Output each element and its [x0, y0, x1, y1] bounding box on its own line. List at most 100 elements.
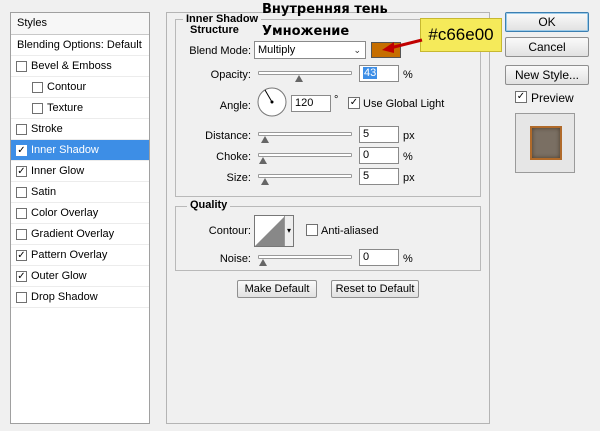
- style-item-label: Bevel & Emboss: [31, 60, 112, 72]
- style-item-label: Blending Options: Default: [17, 39, 142, 51]
- style-item-checkbox[interactable]: [16, 229, 27, 240]
- style-item-checkbox[interactable]: ✓: [16, 145, 27, 156]
- choke-label: Choke:: [216, 151, 251, 163]
- choke-slider-thumb[interactable]: [259, 157, 267, 164]
- distance-label: Distance:: [205, 130, 251, 142]
- annotation-inner-shadow-ru: Внутренняя тень: [262, 2, 388, 17]
- style-item-checkbox[interactable]: [16, 292, 27, 303]
- blend-mode-select[interactable]: Multiply ⌄: [254, 41, 366, 59]
- opacity-input[interactable]: 43: [359, 65, 399, 82]
- distance-slider[interactable]: [258, 132, 352, 143]
- style-item-label: Stroke: [31, 123, 63, 135]
- style-item-checkbox[interactable]: ✓: [16, 166, 27, 177]
- opacity-slider-thumb[interactable]: [295, 75, 304, 82]
- angle-dial[interactable]: [256, 86, 288, 118]
- style-item-label: Inner Glow: [31, 165, 85, 177]
- style-item-drop-shadow[interactable]: Drop Shadow: [11, 287, 149, 308]
- preview-swatch: [530, 126, 562, 160]
- style-item-checkbox[interactable]: ✓: [16, 250, 27, 261]
- blend-mode-label: Blend Mode:: [189, 45, 251, 57]
- style-preview: [515, 113, 575, 173]
- annotation-multiply-ru: Умножение: [262, 24, 350, 39]
- style-item-label: Contour: [47, 81, 87, 93]
- preview-checkbox[interactable]: ✓: [515, 91, 527, 103]
- style-item-bevel-emboss[interactable]: Bevel & Emboss: [11, 56, 149, 77]
- style-item-checkbox[interactable]: [32, 103, 43, 114]
- style-item-blending-options-default[interactable]: Blending Options: Default: [11, 35, 149, 56]
- size-slider-thumb[interactable]: [260, 178, 269, 185]
- blend-mode-value: Multiply: [258, 44, 296, 56]
- style-item-texture[interactable]: Texture: [11, 98, 149, 119]
- style-item-checkbox[interactable]: [32, 82, 43, 93]
- distance-value: 5: [363, 128, 370, 140]
- style-item-checkbox[interactable]: [16, 124, 27, 135]
- noise-slider[interactable]: [258, 255, 352, 266]
- distance-unit: px: [403, 130, 415, 142]
- opacity-unit: %: [403, 69, 413, 81]
- anti-aliased-checkbox[interactable]: [306, 224, 318, 236]
- noise-value: 0: [363, 251, 370, 263]
- style-item-inner-glow[interactable]: ✓ Inner Glow: [11, 161, 149, 182]
- structure-title: Structure: [187, 24, 242, 36]
- style-item-pattern-overlay[interactable]: ✓ Pattern Overlay: [11, 245, 149, 266]
- cancel-button[interactable]: Cancel: [505, 37, 589, 57]
- size-input[interactable]: 5: [359, 168, 399, 185]
- opacity-slider[interactable]: [258, 71, 352, 82]
- style-item-checkbox[interactable]: [16, 187, 27, 198]
- choke-slider[interactable]: [258, 153, 352, 164]
- noise-input[interactable]: 0: [359, 249, 399, 266]
- opacity-label: Opacity:: [210, 69, 251, 81]
- style-item-label: Color Overlay: [31, 207, 99, 219]
- use-global-light-checkbox[interactable]: ✓: [348, 97, 360, 109]
- annotation-arrow-icon: [382, 38, 423, 53]
- style-item-label: Gradient Overlay: [31, 228, 115, 240]
- style-item-label: Inner Shadow: [31, 144, 99, 156]
- contour-curve-icon: [255, 216, 285, 246]
- size-value: 5: [363, 170, 370, 182]
- styles-header[interactable]: Styles: [11, 13, 149, 35]
- style-item-label: Outer Glow: [31, 270, 87, 282]
- angle-input[interactable]: 120: [291, 95, 331, 112]
- ok-button[interactable]: OK: [505, 12, 589, 32]
- angle-label: Angle:: [219, 100, 251, 112]
- chevron-down-icon: ⌄: [353, 45, 361, 55]
- style-item-label: Pattern Overlay: [31, 249, 108, 261]
- quality-title: Quality: [187, 199, 231, 211]
- angle-value: 120: [295, 97, 314, 109]
- style-item-color-overlay[interactable]: Color Overlay: [11, 203, 149, 224]
- noise-label: Noise:: [219, 253, 251, 265]
- choke-value: 0: [363, 149, 370, 161]
- choke-input[interactable]: 0: [359, 147, 399, 164]
- style-item-checkbox[interactable]: [16, 61, 27, 72]
- style-item-inner-shadow[interactable]: ✓ Inner Shadow: [11, 140, 149, 161]
- choke-unit: %: [403, 151, 413, 163]
- size-unit: px: [403, 172, 415, 184]
- noise-unit: %: [403, 253, 413, 265]
- style-item-stroke[interactable]: Stroke: [11, 119, 149, 140]
- angle-unit: °: [334, 94, 339, 106]
- style-item-satin[interactable]: Satin: [11, 182, 149, 203]
- new-style-button[interactable]: New Style...: [505, 65, 589, 85]
- style-item-outer-glow[interactable]: ✓ Outer Glow: [11, 266, 149, 287]
- contour-picker[interactable]: ▾: [254, 215, 294, 247]
- style-item-checkbox[interactable]: ✓: [16, 271, 27, 282]
- annotation-color-callout: #c66e00: [420, 18, 502, 52]
- size-label: Size:: [226, 172, 251, 184]
- reset-to-default-button[interactable]: Reset to Default: [331, 280, 419, 298]
- styles-list-panel: Styles Blending Options: Default Bevel & …: [10, 12, 150, 424]
- style-item-contour[interactable]: Contour: [11, 77, 149, 98]
- style-item-label: Satin: [31, 186, 57, 198]
- style-item-label: Texture: [47, 102, 84, 114]
- chevron-down-icon[interactable]: ▾: [284, 216, 293, 246]
- size-slider[interactable]: [258, 174, 352, 185]
- inner-shadow-panel: Inner Shadow Structure Blend Mode: Multi…: [166, 12, 490, 424]
- distance-input[interactable]: 5: [359, 126, 399, 143]
- distance-slider-thumb[interactable]: [260, 136, 269, 143]
- make-default-button[interactable]: Make Default: [237, 280, 317, 298]
- style-item-gradient-overlay[interactable]: Gradient Overlay: [11, 224, 149, 245]
- style-item-checkbox[interactable]: [16, 208, 27, 219]
- contour-label: Contour:: [208, 225, 251, 237]
- opacity-value: 43: [363, 67, 378, 79]
- noise-slider-thumb[interactable]: [259, 259, 267, 266]
- anti-aliased-label: Anti-aliased: [321, 225, 379, 237]
